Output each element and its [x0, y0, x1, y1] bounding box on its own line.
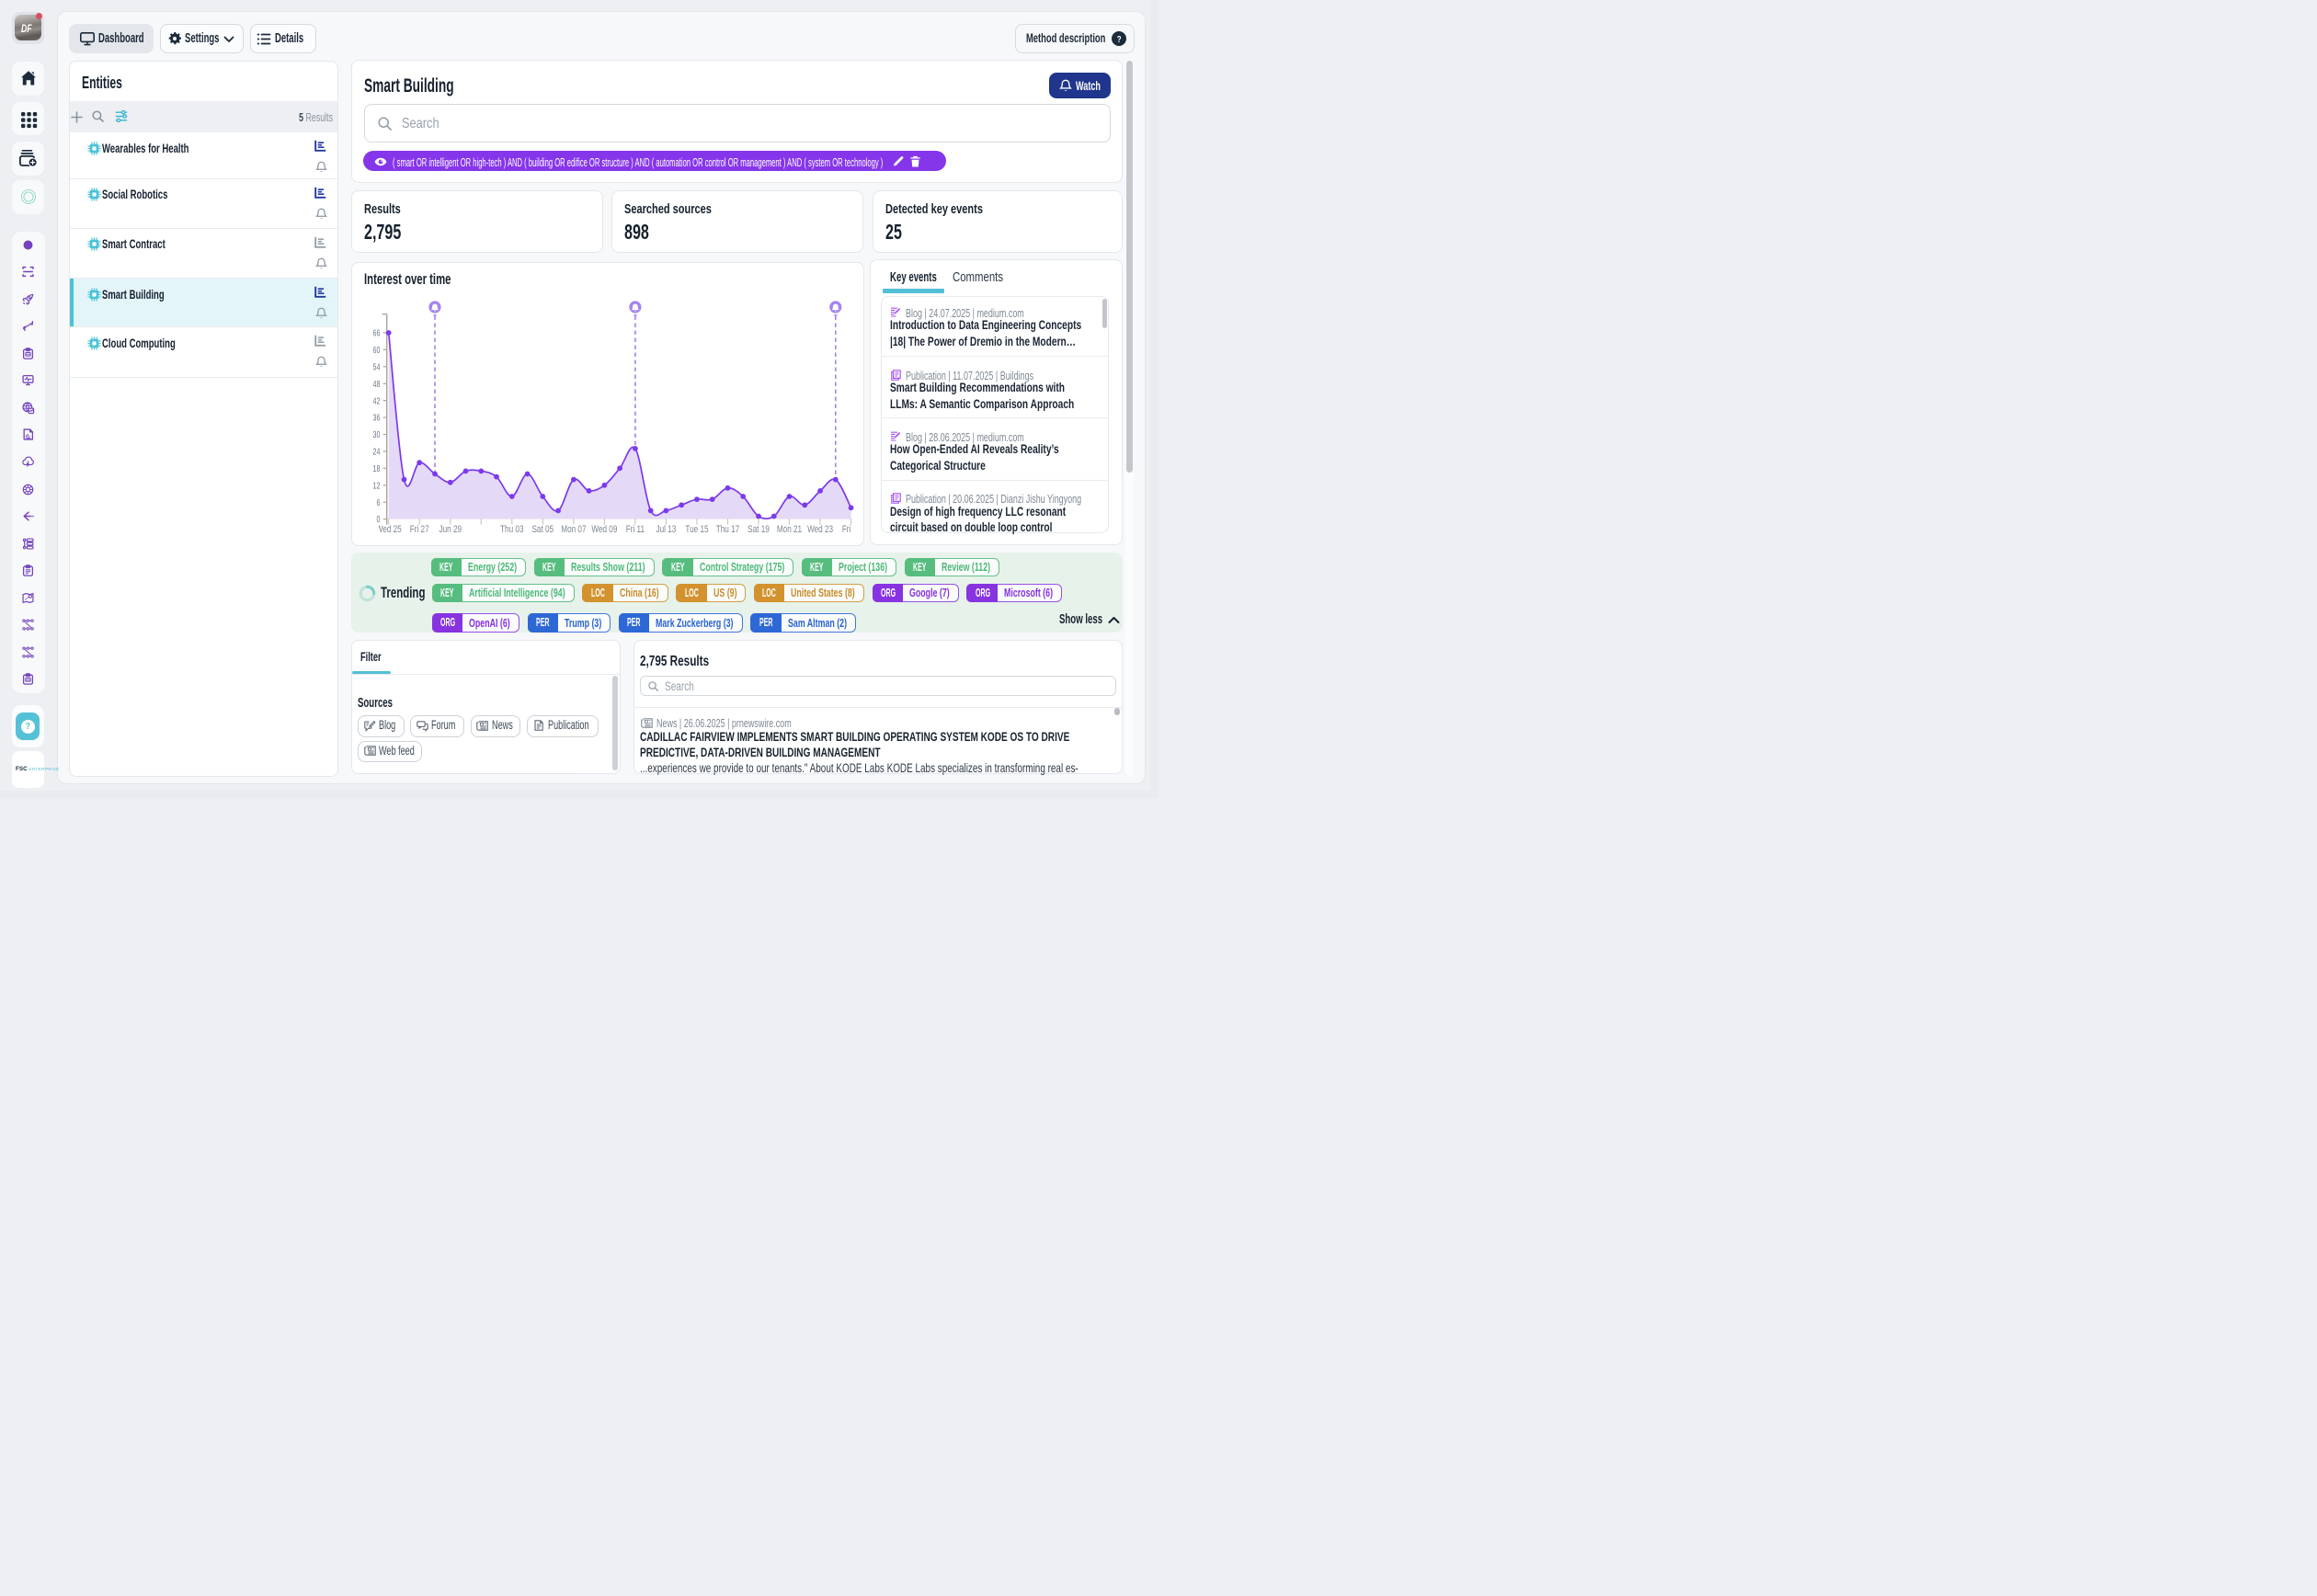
svg-text:36: 36: [372, 412, 380, 423]
svg-text:Thu 17: Thu 17: [715, 524, 738, 536]
svg-text:Mon 07: Mon 07: [561, 524, 586, 536]
svg-text:Jul 13: Jul 13: [656, 524, 676, 536]
svg-text:Jun 29: Jun 29: [439, 524, 462, 536]
svg-text:60: 60: [372, 345, 380, 356]
svg-text:Sat 19: Sat 19: [748, 524, 770, 536]
svg-text:66: 66: [372, 327, 380, 338]
svg-text:Fri 27: Fri 27: [409, 524, 428, 536]
svg-text:Tue 15: Tue 15: [685, 524, 709, 536]
svg-text:Fri 11: Fri 11: [625, 524, 644, 536]
svg-text:0: 0: [376, 514, 380, 525]
svg-text:30: 30: [372, 429, 380, 440]
svg-text:Mon 21: Mon 21: [776, 524, 801, 536]
svg-text:24: 24: [372, 446, 380, 457]
svg-text:42: 42: [372, 395, 380, 406]
svg-text:Wed 23: Wed 23: [807, 524, 833, 536]
svg-text:Fri: Fri: [841, 524, 850, 536]
svg-text:6: 6: [376, 496, 380, 507]
svg-text:54: 54: [372, 361, 380, 372]
svg-text:Wed 09: Wed 09: [591, 524, 617, 536]
svg-text:Sat 05: Sat 05: [531, 524, 554, 536]
svg-text:48: 48: [372, 379, 380, 390]
svg-text:Thu 03: Thu 03: [500, 524, 524, 536]
svg-text:18: 18: [372, 463, 380, 474]
svg-text:Wed 25: Wed 25: [375, 524, 401, 536]
svg-text:12: 12: [372, 480, 380, 491]
